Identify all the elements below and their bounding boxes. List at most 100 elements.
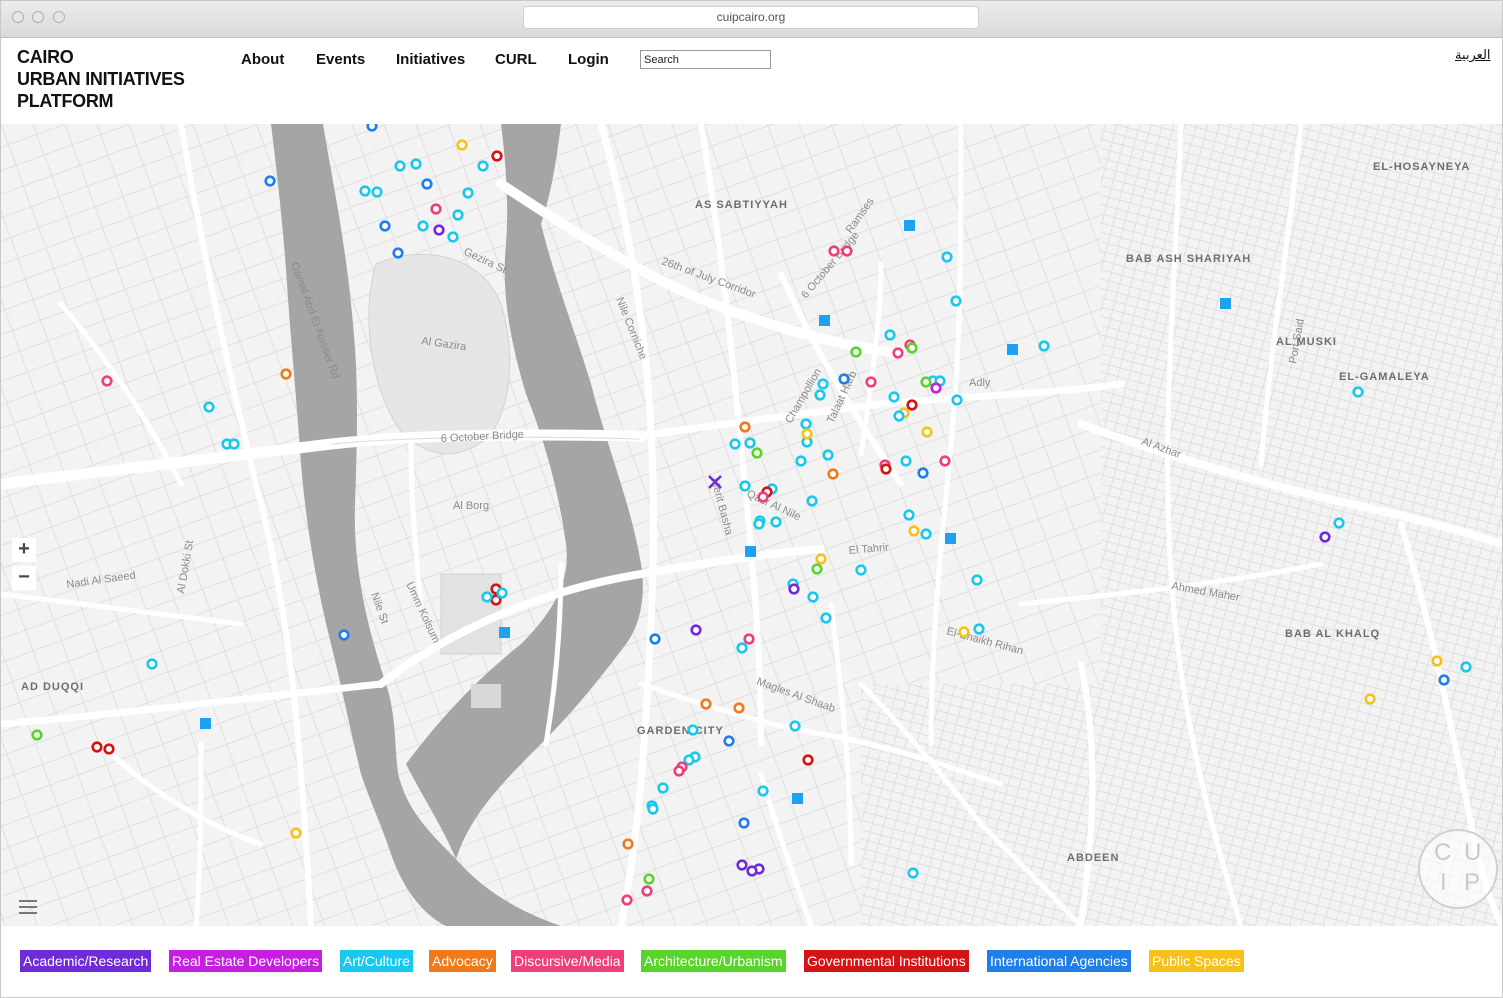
legend-advocacy[interactable]: Advocacy [429, 950, 496, 972]
initiative-marker[interactable] [744, 437, 756, 449]
initiative-marker[interactable] [621, 894, 633, 906]
initiative-marker[interactable] [410, 158, 422, 170]
initiative-marker[interactable] [736, 859, 748, 871]
initiative-marker[interactable] [822, 449, 834, 461]
initiative-marker[interactable] [31, 729, 43, 741]
initiative-marker[interactable] [433, 224, 445, 236]
legend-art-culture[interactable]: Art/Culture [340, 950, 413, 972]
legend-international-agencies[interactable]: International Agencies [987, 950, 1131, 972]
initiative-marker[interactable] [939, 455, 951, 467]
legend-academic-research[interactable]: Academic/Research [20, 950, 152, 972]
initiative-marker[interactable] [647, 803, 659, 815]
initiative-marker[interactable] [91, 741, 103, 753]
initiative-marker[interactable] [700, 698, 712, 710]
initiative-marker[interactable] [850, 346, 862, 358]
initiative-marker[interactable] [673, 765, 685, 777]
initiative-marker[interactable] [491, 150, 503, 162]
initiative-marker[interactable] [788, 583, 800, 595]
initiative-marker[interactable] [103, 743, 115, 755]
initiative-marker[interactable] [496, 587, 508, 599]
initiative-marker[interactable] [770, 516, 782, 528]
initiative-marker[interactable] [394, 160, 406, 172]
initiative-marker[interactable] [338, 629, 350, 641]
initiative-marker[interactable] [462, 187, 474, 199]
initiative-marker[interactable] [908, 525, 920, 537]
initiative-marker[interactable] [930, 382, 942, 394]
initiative-marker[interactable] [746, 865, 758, 877]
initiative-marker[interactable] [941, 251, 953, 263]
initiative-marker[interactable] [888, 391, 900, 403]
initiative-marker[interactable] [893, 410, 905, 422]
initiative-marker[interactable] [815, 553, 827, 565]
initiative-marker[interactable] [371, 186, 383, 198]
initiative-marker[interactable] [739, 421, 751, 433]
site-logo[interactable]: CAIRO URBAN INITIATIVES PLATFORM [17, 46, 185, 112]
initiative-marker[interactable] [900, 455, 912, 467]
map-canvas[interactable]: 26th of July Corridor 6 October BridgeGez… [1, 124, 1502, 926]
initiative-marker[interactable] [738, 817, 750, 829]
initiative-marker[interactable] [906, 342, 918, 354]
initiative-marker[interactable] [789, 720, 801, 732]
initiative-marker[interactable] [228, 438, 240, 450]
initiative-marker[interactable] [687, 724, 699, 736]
initiative-marker[interactable] [827, 468, 839, 480]
address-bar[interactable]: cuipcairo.org [523, 6, 979, 29]
initiative-marker[interactable] [906, 399, 918, 411]
initiative-marker[interactable] [958, 626, 970, 638]
initiative-marker[interactable] [1364, 693, 1376, 705]
initiative-marker[interactable] [917, 467, 929, 479]
initiative-marker[interactable] [690, 624, 702, 636]
initiative-marker[interactable] [1431, 655, 1443, 667]
initiative-marker[interactable] [417, 220, 429, 232]
initiative-marker[interactable] [951, 394, 963, 406]
initiative-marker[interactable] [971, 574, 983, 586]
nav-curl[interactable]: CURL [495, 51, 537, 68]
menu-icon[interactable] [19, 900, 37, 916]
initiative-marker[interactable] [1038, 340, 1050, 352]
initiative-marker[interactable] [641, 885, 653, 897]
initiative-marker[interactable] [920, 528, 932, 540]
close-window-button[interactable] [12, 11, 24, 23]
initiative-marker[interactable] [907, 867, 919, 879]
initiative-marker[interactable] [920, 376, 932, 388]
initiative-marker[interactable] [430, 203, 442, 215]
initiative-marker[interactable] [1319, 531, 1331, 543]
initiative-marker[interactable] [855, 564, 867, 576]
initiative-marker[interactable] [880, 463, 892, 475]
initiative-marker[interactable] [264, 175, 276, 187]
initiative-marker[interactable] [146, 658, 158, 670]
initiative-marker[interactable] [838, 373, 850, 385]
initiative-marker[interactable] [800, 418, 812, 430]
nav-about[interactable]: About [241, 51, 284, 68]
nav-events[interactable]: Events [316, 51, 365, 68]
initiative-marker[interactable] [795, 455, 807, 467]
initiative-marker[interactable] [447, 231, 459, 243]
initiative-marker[interactable] [751, 447, 763, 459]
initiative-marker[interactable] [736, 642, 748, 654]
initiative-marker[interactable] [203, 401, 215, 413]
initiative-marker[interactable] [903, 509, 915, 521]
zoom-out-button[interactable]: − [12, 566, 36, 590]
maximize-window-button[interactable] [53, 11, 65, 23]
initiative-marker[interactable] [806, 495, 818, 507]
initiative-marker[interactable] [757, 491, 769, 503]
initiative-marker[interactable] [820, 612, 832, 624]
initiative-marker[interactable] [950, 295, 962, 307]
initiative-marker[interactable] [973, 623, 985, 635]
initiative-marker[interactable] [814, 389, 826, 401]
minimize-window-button[interactable] [32, 11, 44, 23]
legend-public-spaces[interactable]: Public Spaces [1149, 950, 1244, 972]
initiative-marker[interactable] [865, 376, 877, 388]
initiative-marker[interactable] [392, 247, 404, 259]
initiative-marker[interactable] [811, 563, 823, 575]
initiative-marker[interactable] [1438, 674, 1450, 686]
initiative-marker[interactable] [817, 378, 829, 390]
initiative-marker[interactable] [739, 480, 751, 492]
initiative-marker[interactable] [421, 178, 433, 190]
initiative-marker[interactable] [290, 827, 302, 839]
legend-discursive-media[interactable]: Discursive/Media [511, 950, 624, 972]
initiative-marker[interactable] [743, 633, 755, 645]
initiative-marker[interactable] [1352, 386, 1364, 398]
initiative-marker[interactable] [622, 838, 634, 850]
initiative-marker[interactable] [101, 375, 113, 387]
